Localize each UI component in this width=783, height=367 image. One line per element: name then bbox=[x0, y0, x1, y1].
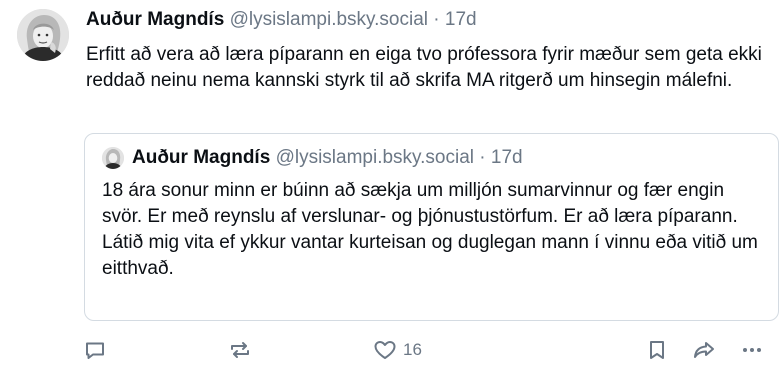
post: Auður Magndís @lysislampi.bsky.social · … bbox=[0, 0, 783, 367]
reply-icon bbox=[84, 339, 106, 361]
quoted-post[interactable]: Auður Magndís @lysislampi.bsky.social · … bbox=[84, 133, 779, 321]
quote-avatar[interactable] bbox=[102, 147, 124, 169]
share-button[interactable] bbox=[692, 335, 716, 365]
bookmark-button[interactable] bbox=[647, 335, 667, 365]
repost-button[interactable] bbox=[228, 335, 252, 365]
reply-button[interactable] bbox=[84, 335, 106, 365]
separator: · bbox=[433, 9, 440, 30]
post-header: Auður Magndís @lysislampi.bsky.social · … bbox=[86, 8, 477, 32]
quote-separator: · bbox=[479, 147, 486, 168]
quote-paragraph: Látið mig vita ef ykkur vantar kurteisan… bbox=[102, 232, 758, 279]
author-name[interactable]: Auður Magndís bbox=[86, 9, 224, 30]
quote-author-name[interactable]: Auður Magndís bbox=[132, 147, 270, 168]
more-button[interactable] bbox=[741, 335, 763, 365]
more-icon bbox=[741, 339, 763, 361]
like-button[interactable]: 16 bbox=[373, 335, 422, 365]
quote-paragraph: 18 ára sonur minn er búinn að sækja um m… bbox=[102, 180, 738, 227]
avatar[interactable] bbox=[17, 9, 69, 61]
share-icon bbox=[692, 339, 716, 361]
quote-time[interactable]: 17d bbox=[491, 147, 523, 168]
bookmark-icon bbox=[647, 339, 667, 361]
action-bar: 16 bbox=[0, 335, 783, 367]
post-time[interactable]: 17d bbox=[445, 9, 477, 30]
author-handle[interactable]: @lysislampi.bsky.social bbox=[230, 9, 428, 30]
quote-header: Auður Magndís @lysislampi.bsky.social · … bbox=[132, 146, 523, 170]
repost-icon bbox=[228, 339, 252, 361]
like-icon bbox=[373, 339, 397, 361]
like-count: 16 bbox=[403, 340, 422, 359]
quote-author-handle[interactable]: @lysislampi.bsky.social bbox=[276, 147, 474, 168]
quote-text: 18 ára sonur minn er búinn að sækja um m… bbox=[102, 178, 767, 282]
post-text: Erfitt að vera að læra píparann en eiga … bbox=[86, 44, 762, 91]
